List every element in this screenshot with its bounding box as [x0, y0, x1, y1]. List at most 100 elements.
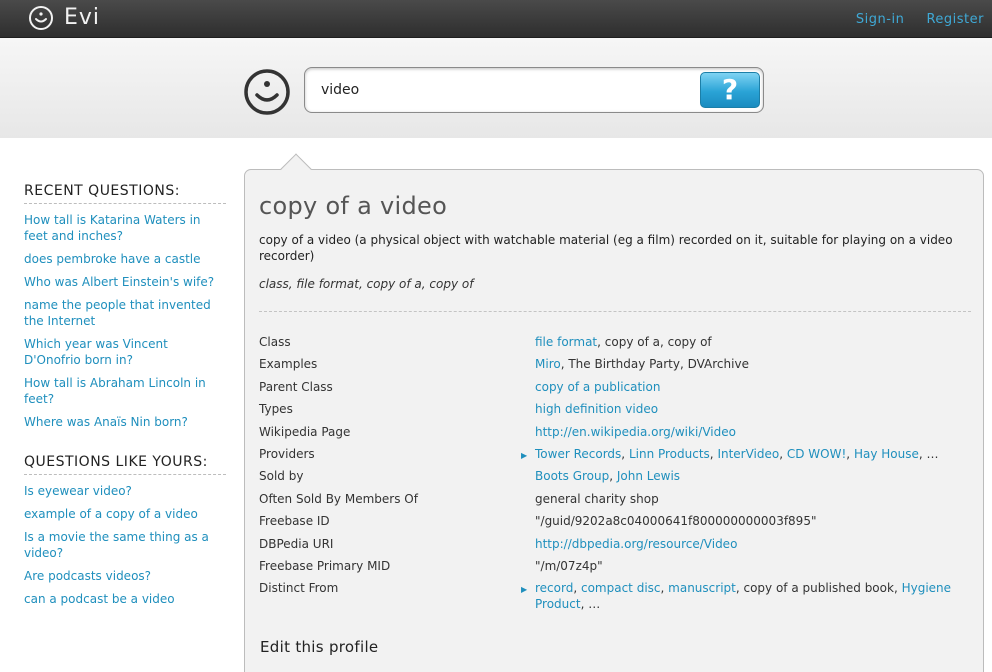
fact-label: Wikipedia Page: [259, 424, 351, 439]
smiley-face-icon: [244, 69, 290, 115]
fact-row: Examples Miro, The Birthday Party, DVArch…: [259, 356, 971, 378]
similar-questions-heading: QUESTIONS LIKE YOURS:: [24, 454, 226, 475]
fact-value: high definition video: [535, 401, 971, 417]
fact-value-link[interactable]: CD WOW!: [787, 447, 846, 461]
sign-in-link[interactable]: Sign-in: [856, 12, 904, 27]
fact-value-link[interactable]: manuscript: [668, 581, 736, 595]
fact-value-text: ,: [779, 446, 787, 461]
search-band: ?: [0, 38, 992, 138]
fact-value[interactable]: Tower Records, Linn Products, InterVideo…: [521, 446, 971, 464]
fact-row: Sold by Boots Group, John Lewis: [259, 468, 971, 490]
fact-value-link[interactable]: record: [535, 581, 573, 595]
fact-value-link[interactable]: high definition video: [535, 402, 658, 416]
evi-logo[interactable]: Evi: [28, 5, 100, 31]
recent-question-link[interactable]: Where was Anaïs Nin born?: [24, 414, 226, 430]
fact-value-text: "/guid/9202a8c04000641f800000000003f895": [535, 514, 817, 529]
similar-question-link[interactable]: can a podcast be a video: [24, 591, 226, 607]
top-bar: Evi Sign-in Register: [0, 0, 992, 38]
sidebar: RECENT QUESTIONS: How tall is Katarina W…: [24, 183, 226, 631]
fact-value-text: ,: [573, 581, 581, 596]
fact-value-text: , The Birthday Party, DVArchive: [560, 357, 749, 372]
fact-label: DBPedia URI: [259, 536, 334, 551]
fact-value: http://en.wikipedia.org/wiki/Video: [535, 424, 971, 440]
fact-label: Freebase Primary MID: [259, 558, 391, 573]
fact-label: Often Sold By Members Of: [259, 491, 418, 506]
divider: [259, 311, 971, 312]
recent-question-link[interactable]: How tall is Katarina Waters in feet and …: [24, 212, 226, 244]
fact-value-link[interactable]: copy of a publication: [535, 380, 660, 394]
fact-value-text: , …: [580, 597, 601, 612]
fact-value[interactable]: record, compact disc, manuscript, copy o…: [521, 580, 971, 612]
fact-value: Miro, The Birthday Party, DVArchive: [535, 356, 971, 372]
fact-label: Providers: [259, 446, 315, 461]
fact-value: "/guid/9202a8c04000641f800000000003f895": [535, 513, 971, 529]
fact-value-link[interactable]: Miro: [535, 357, 561, 371]
fact-value-text: general charity shop: [535, 491, 659, 506]
fact-row: Freebase ID "/guid/9202a8c04000641f800000…: [259, 513, 971, 535]
edit-profile-link[interactable]: Edit this profile: [260, 638, 378, 656]
facts-table: Class file format, copy of a, copy of Exam…: [259, 334, 971, 626]
recent-questions-heading: RECENT QUESTIONS:: [24, 183, 226, 204]
fact-label: Parent Class: [259, 379, 333, 394]
similar-question-link[interactable]: Is eyewear video?: [24, 483, 226, 499]
fact-value-text: "/m/07z4p": [535, 558, 603, 573]
fact-label: Distinct From: [259, 581, 339, 596]
recent-question-link[interactable]: Who was Albert Einstein's wife?: [24, 274, 226, 290]
fact-value-text: ,: [660, 581, 669, 596]
fact-label: Freebase ID: [259, 514, 330, 529]
fact-value-link[interactable]: Hay House: [854, 447, 919, 461]
similar-questions-list: Is eyewear video? example of a copy of a…: [24, 483, 226, 607]
app-name: Evi: [64, 5, 101, 30]
fact-value: copy of a publication: [535, 379, 971, 395]
fact-label: Types: [259, 402, 293, 417]
answer-panel: copy of a video copy of a video (a physi…: [244, 153, 984, 672]
account-links: Sign-in Register: [838, 12, 984, 27]
answer-description: copy of a video (a physical object with …: [259, 233, 953, 263]
ask-button[interactable]: ?: [700, 72, 760, 108]
recent-questions-list: How tall is Katarina Waters in feet and …: [24, 212, 226, 430]
fact-value: http://dbpedia.org/resource/Video: [535, 536, 971, 552]
search-input[interactable]: [321, 79, 681, 101]
fact-row: Often Sold By Members Of general charity …: [259, 491, 971, 513]
fact-value: "/m/07z4p": [535, 558, 971, 574]
answer-title: copy of a video: [259, 192, 448, 220]
fact-value-link[interactable]: compact disc: [581, 581, 661, 595]
recent-question-link[interactable]: How tall is Abraham Lincoln in feet?: [24, 375, 226, 407]
fact-row: Types high definition video: [259, 401, 971, 423]
similar-question-link[interactable]: Is a movie the same thing as a video?: [24, 529, 226, 561]
recent-question-link[interactable]: Which year was Vincent D'Onofrio born in…: [24, 336, 226, 368]
fact-value-text: , copy of a, copy of: [597, 335, 712, 349]
fact-value-link[interactable]: http://dbpedia.org/resource/Video: [535, 537, 737, 551]
fact-value-link[interactable]: Boots Group: [535, 469, 609, 483]
similar-question-link[interactable]: example of a copy of a video: [24, 506, 226, 522]
recent-question-link[interactable]: does pembroke have a castle: [24, 251, 226, 267]
fact-label: Class: [259, 335, 291, 349]
register-link[interactable]: Register: [926, 12, 984, 27]
fact-value-text: , copy of a published book,: [735, 581, 902, 596]
answer-tags: class, file format, copy of a, copy of: [259, 277, 474, 291]
fact-value-link[interactable]: http://en.wikipedia.org/wiki/Video: [535, 425, 736, 439]
search-box: ?: [304, 67, 764, 113]
fact-label: Sold by: [259, 469, 304, 484]
fact-value-link[interactable]: file format: [535, 335, 597, 349]
fact-value-link[interactable]: Tower Records: [535, 447, 621, 461]
fact-row: Class file format, copy of a, copy of: [259, 334, 971, 356]
fact-value-link[interactable]: Linn Products: [629, 447, 710, 461]
fact-row: Distinct From record, compact disc, manus…: [259, 580, 971, 626]
similar-question-link[interactable]: Are podcasts videos?: [24, 568, 226, 584]
fact-label: Examples: [259, 357, 318, 372]
recent-question-link[interactable]: name the people that invented the Intern…: [24, 297, 226, 329]
fact-value-link[interactable]: John Lewis: [617, 469, 680, 483]
fact-value-link[interactable]: InterVideo: [717, 447, 779, 461]
fact-value-text: ,: [621, 446, 629, 461]
fact-value-text: ,: [846, 446, 854, 461]
fact-row: DBPedia URI http://dbpedia.org/resource/V…: [259, 536, 971, 558]
fact-value-text: , …: [918, 446, 939, 461]
panel-pointer: [280, 153, 312, 185]
fact-row: Freebase Primary MID "/m/07z4p": [259, 558, 971, 580]
smiley-logo-icon: [29, 6, 53, 30]
fact-value: Boots Group, John Lewis: [535, 468, 971, 484]
fact-row: Providers Tower Records, Linn Products, I…: [259, 446, 971, 468]
fact-value: file format, copy of a, copy of: [535, 334, 971, 350]
fact-value: general charity shop: [535, 491, 971, 507]
